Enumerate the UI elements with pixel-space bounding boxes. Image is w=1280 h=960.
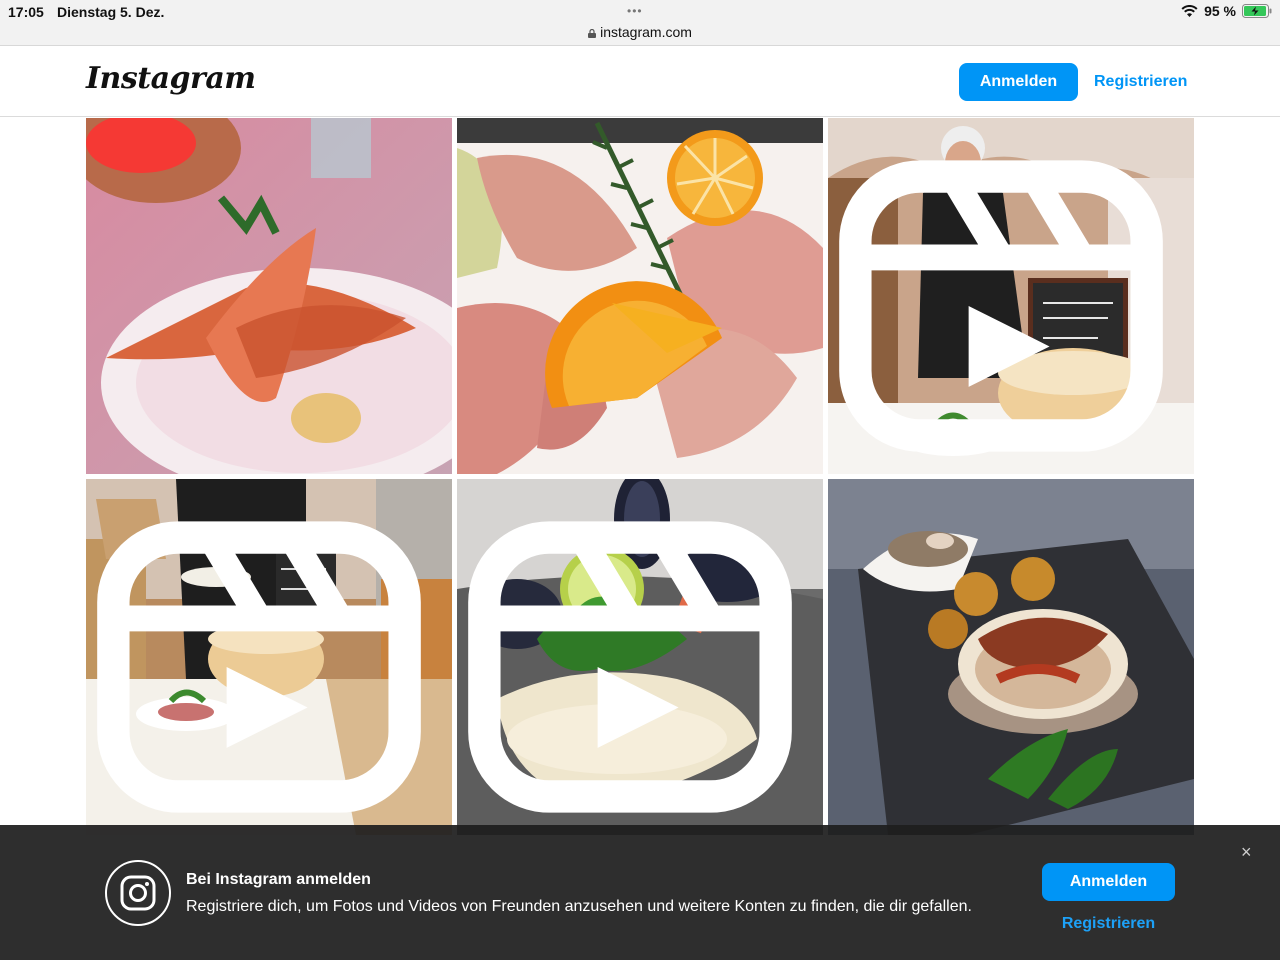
post-image xyxy=(457,118,823,474)
post-tile-chef[interactable] xyxy=(828,118,1194,474)
multitasking-dots-icon[interactable]: ••• xyxy=(627,4,643,18)
battery-percent: 95 % xyxy=(1204,3,1236,19)
banner-description: Registriere dich, um Fotos und Videos vo… xyxy=(186,898,972,915)
banner-register-link[interactable]: Registrieren xyxy=(1042,915,1175,933)
instagram-logo[interactable]: Instagram xyxy=(86,61,256,96)
close-icon[interactable]: × xyxy=(1241,843,1252,861)
reel-icon xyxy=(468,521,792,813)
status-bar: 17:05 Dienstag 5. Dez. ••• instagram.com… xyxy=(0,0,1280,46)
url-bar[interactable]: instagram.com xyxy=(0,24,1280,40)
post-tile-mussels[interactable] xyxy=(457,479,823,835)
reel-icon xyxy=(97,521,421,813)
status-date: Dienstag 5. Dez. xyxy=(57,4,165,20)
post-tile-prosciutto[interactable] xyxy=(457,118,823,474)
status-indicators: 95 % xyxy=(1181,3,1272,19)
instagram-glyph-icon xyxy=(105,860,171,926)
post-image xyxy=(828,479,1194,835)
post-tile-ravioli[interactable] xyxy=(828,479,1194,835)
register-link[interactable]: Registrieren xyxy=(1094,63,1187,101)
banner-login-button[interactable]: Anmelden xyxy=(1042,863,1175,901)
banner-title: Bei Instagram anmelden xyxy=(186,871,371,888)
reel-icon xyxy=(839,160,1163,452)
wifi-icon xyxy=(1181,4,1198,17)
instagram-camera-icon xyxy=(120,875,156,911)
url-text: instagram.com xyxy=(600,24,692,40)
login-button[interactable]: Anmelden xyxy=(959,63,1078,101)
instagram-header: Instagram Anmelden Registrieren xyxy=(0,47,1280,117)
login-banner: Bei Instagram anmelden Registriere dich,… xyxy=(0,825,1280,960)
post-tile-waiter[interactable] xyxy=(86,479,452,835)
lock-icon xyxy=(588,29,597,38)
post-image xyxy=(86,118,452,474)
status-time: 17:05 xyxy=(8,4,44,20)
post-tile-prawns[interactable] xyxy=(86,118,452,474)
battery-charging-icon xyxy=(1242,4,1272,18)
